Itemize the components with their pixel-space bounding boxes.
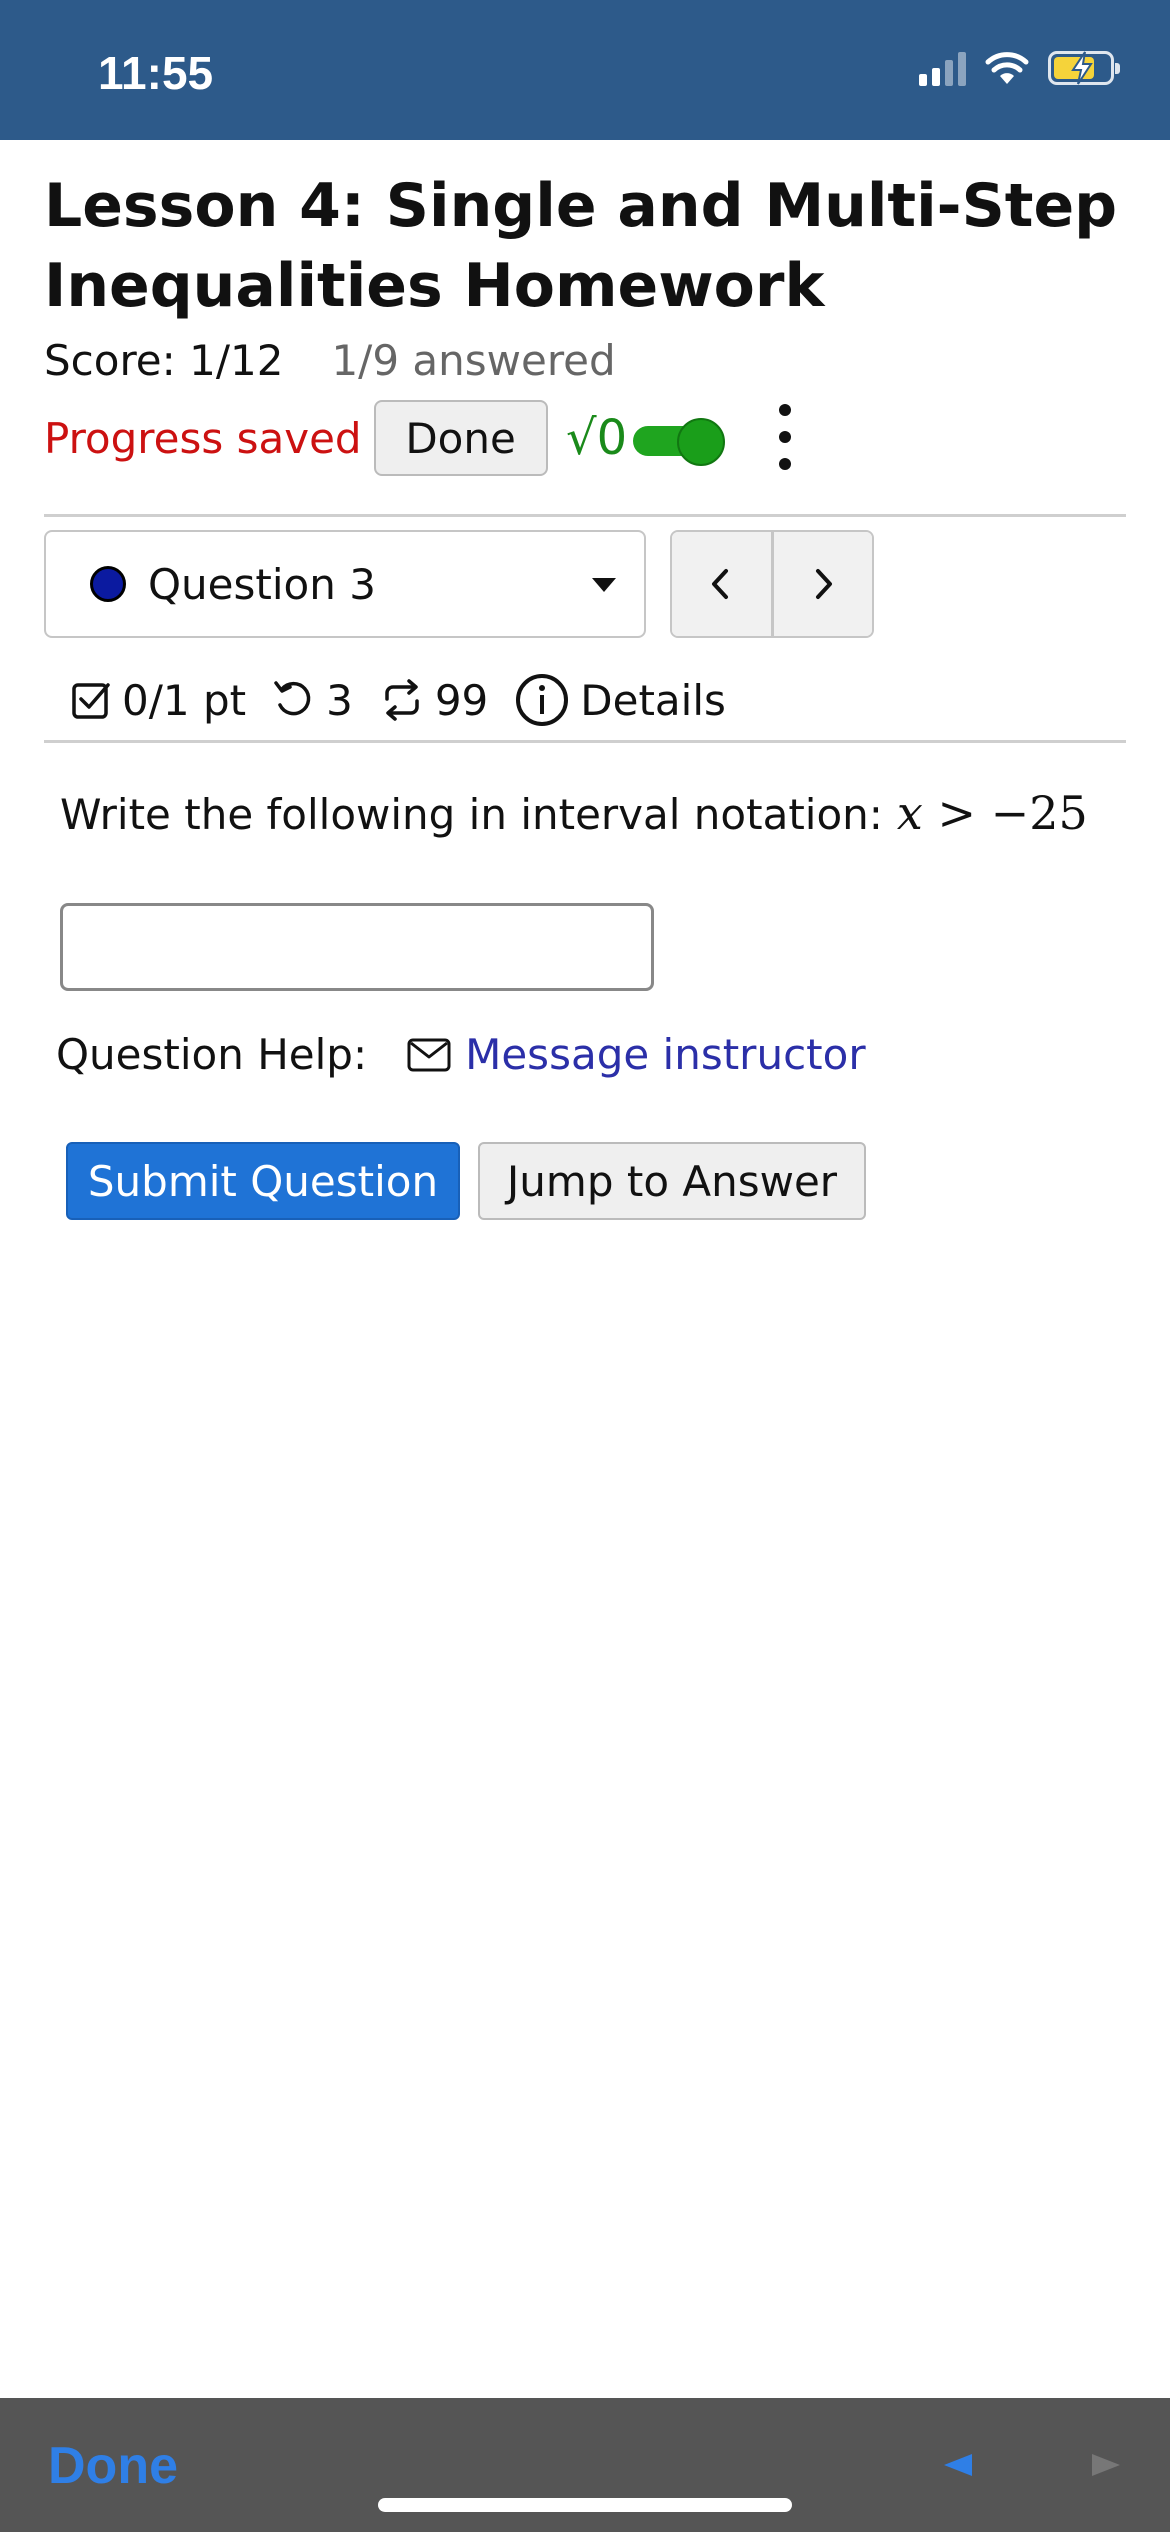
jump-to-answer-button[interactable]: Jump to Answer <box>478 1142 866 1220</box>
wifi-icon <box>985 52 1029 84</box>
answer-input[interactable] <box>60 903 654 991</box>
chevron-right-icon <box>815 569 832 599</box>
divider <box>44 740 1126 743</box>
details-label: Details <box>580 675 726 725</box>
question-select-label: Question 3 <box>148 559 376 609</box>
question-prompt-text: Write the following in interval notation… <box>60 790 883 839</box>
regenerations-text: 99 <box>434 675 489 725</box>
repeat-icon <box>385 679 419 721</box>
toggle-switch[interactable] <box>633 418 726 466</box>
regenerations-info: 99 <box>379 676 488 725</box>
progress-row: Progress saved Done <box>44 400 548 476</box>
home-indicator[interactable] <box>378 2498 792 2512</box>
info-icon <box>516 674 569 726</box>
question-meta: 0/1 pt 3 99 Details <box>70 668 752 732</box>
page-title: Lesson 4: Single and Multi-Step Inequali… <box>44 171 1118 321</box>
details-toggle[interactable]: Details <box>514 672 726 728</box>
done-button[interactable]: Done <box>373 400 548 476</box>
caret-down-icon <box>592 578 616 592</box>
answered-count: 1/9 answered <box>331 336 616 385</box>
question-help-label: Question Help: <box>56 1030 368 1079</box>
previous-question-button[interactable] <box>672 532 771 636</box>
points-info: 0/1 pt <box>70 676 246 725</box>
previous-field-arrow-icon[interactable] <box>944 2454 972 2476</box>
message-instructor-label: Message instructor <box>465 1030 866 1079</box>
sqrt-icon: √0 <box>566 410 628 466</box>
attempts-text: 3 <box>326 675 353 725</box>
next-question-button[interactable] <box>770 532 872 636</box>
keyboard-toolbar: Done <box>0 2398 1170 2532</box>
question-nav <box>670 530 874 638</box>
question-math: x > −25 <box>897 786 1088 840</box>
next-field-arrow-icon[interactable] <box>1092 2454 1120 2476</box>
question-help: Question Help: Message instructor <box>56 1030 866 1079</box>
math-operator: > <box>937 786 977 840</box>
chevron-left-icon <box>712 569 729 599</box>
math-variable: x <box>896 786 923 840</box>
battery-charging-icon <box>1048 51 1120 85</box>
question-status-dot <box>90 566 126 602</box>
message-instructor-link[interactable]: Message instructor <box>407 1030 866 1079</box>
score-text: Score: 1/12 <box>44 336 284 385</box>
status-bar: 11:55 <box>0 0 1170 140</box>
progress-saved-status: Progress saved <box>44 413 362 463</box>
more-options-icon[interactable] <box>770 404 800 470</box>
status-icons <box>919 50 1120 86</box>
math-entry-toggle[interactable]: √0 <box>566 400 726 476</box>
points-text: 0/1 pt <box>122 675 247 725</box>
toolbar-done-button[interactable]: Done <box>48 2436 178 2496</box>
status-time: 11:55 <box>98 47 214 99</box>
question-select[interactable]: Question 3 <box>44 530 646 638</box>
question-prompt: Write the following in interval notation… <box>60 786 1088 840</box>
cellular-signal-icon <box>919 50 966 86</box>
score-line: Score: 1/12 1/9 answered <box>44 336 616 385</box>
submit-question-button[interactable]: Submit Question <box>66 1142 460 1220</box>
divider <box>44 514 1126 517</box>
mail-icon <box>407 1038 451 1071</box>
math-value: −25 <box>990 786 1088 840</box>
checkbox-icon <box>72 683 110 719</box>
undo-icon <box>274 681 311 716</box>
attempts-info: 3 <box>272 676 353 725</box>
